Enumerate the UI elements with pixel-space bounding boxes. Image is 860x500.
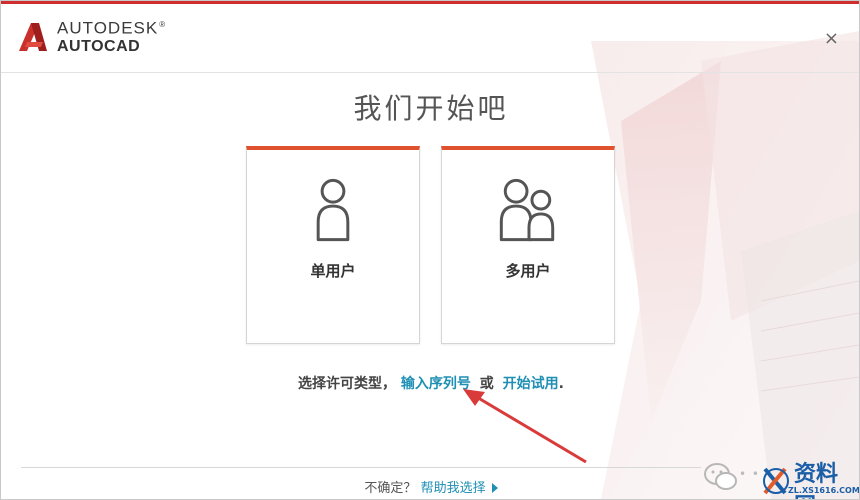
product-brand: AUTODESK® AUTOCAD (57, 17, 166, 55)
close-icon[interactable]: × (824, 28, 839, 49)
unsure-text: 不确定？ (364, 481, 417, 496)
brand-autodesk: AUTODESK® (57, 18, 167, 38)
watermark-url: ZL.XS1616.COM (788, 486, 860, 495)
dialog-header: AUTODESK® AUTOCAD × (1, 4, 859, 73)
period-text: . (558, 376, 564, 392)
multi-user-icon (499, 178, 555, 242)
annotation-arrow (463, 389, 587, 464)
single-user-card[interactable]: 单用户 (246, 146, 420, 344)
brand-autocad: AUTOCAD (57, 37, 141, 55)
or-text: 或 (479, 376, 494, 392)
single-user-icon (316, 178, 350, 242)
license-choice-line: 选择许可类型， 输入序列号 或 开始试用. (1, 373, 859, 393)
autocad-start-dialog: AUTODESK® AUTOCAD × 我们开始吧 单用户 多用户 选择许可类型… (0, 0, 860, 500)
wechat-watermark-icon (704, 463, 737, 490)
help-me-choose-link[interactable]: 帮助我选择 (421, 481, 498, 496)
start-trial-link[interactable]: 开始试用 (503, 376, 559, 392)
play-arrow-icon (491, 483, 498, 493)
background-building-art (591, 31, 859, 499)
single-user-label: 单用户 (310, 262, 356, 280)
multi-user-card[interactable]: 多用户 (441, 146, 615, 344)
xs-logo-icon (763, 467, 789, 495)
autodesk-logo-icon (19, 23, 47, 51)
multi-user-label: 多用户 (505, 262, 551, 280)
choose-license-text: 选择许可类型， (298, 376, 397, 392)
enter-serial-link[interactable]: 输入序列号 (401, 376, 471, 392)
page-title: 我们开始吧 (353, 92, 509, 125)
footer-divider (21, 467, 701, 468)
